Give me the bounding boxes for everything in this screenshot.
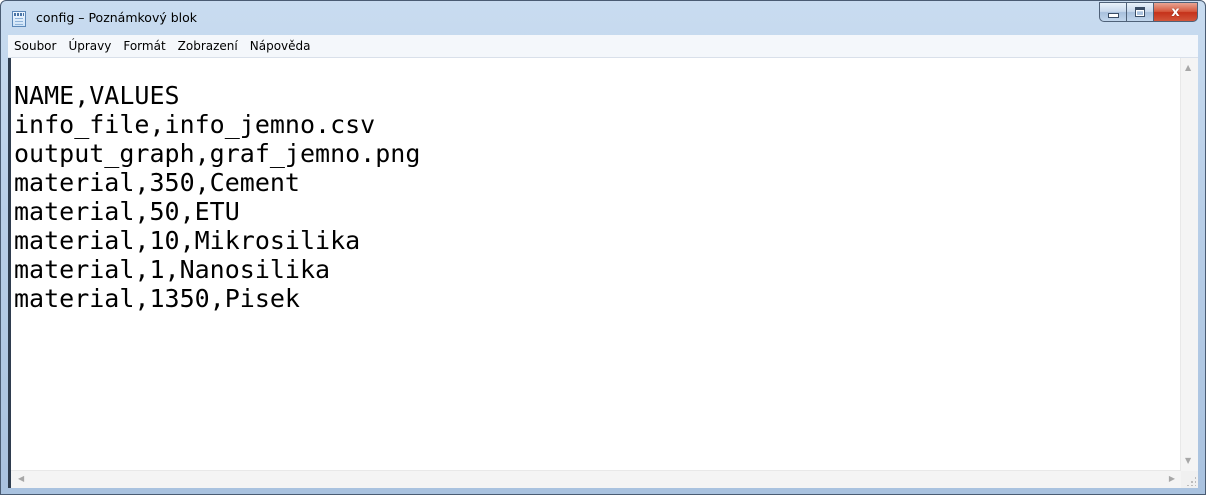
minimize-button[interactable] — [1099, 2, 1126, 22]
menu-bar: Soubor Úpravy Formát Zobrazení Nápověda — [8, 35, 1198, 58]
close-button[interactable]: x — [1153, 2, 1198, 22]
notepad-icon[interactable] — [12, 11, 26, 27]
horizontal-scrollbar[interactable]: ◀ ▶ — [11, 470, 1181, 488]
text-content[interactable]: NAME,VALUES info_file,info_jemno.csv out… — [11, 58, 1181, 471]
text-line: NAME,VALUES — [14, 81, 180, 110]
text-editor[interactable]: NAME,VALUES info_file,info_jemno.csv out… — [8, 58, 1198, 488]
minimize-icon — [1107, 12, 1119, 18]
title-bar[interactable]: config – Poznámkový blok x — [1, 1, 1205, 35]
size-grip[interactable] — [1181, 471, 1198, 488]
scroll-left-icon[interactable]: ◀ — [18, 475, 24, 483]
menu-view[interactable]: Zobrazení — [174, 35, 242, 57]
caption-buttons: x — [1099, 2, 1198, 22]
menu-edit[interactable]: Úpravy — [64, 35, 115, 57]
menu-help[interactable]: Nápověda — [246, 35, 315, 57]
menu-format[interactable]: Formát — [119, 35, 169, 57]
close-icon: x — [1171, 4, 1180, 20]
maximize-button[interactable] — [1126, 2, 1153, 22]
text-line: material,1350,Pisek — [14, 284, 300, 313]
text-line: output_graph,graf_jemno.png — [14, 139, 421, 168]
menu-file[interactable]: Soubor — [10, 35, 60, 57]
scroll-right-icon[interactable]: ▶ — [1169, 475, 1175, 483]
text-line: material,10,Mikrosilika — [14, 226, 361, 255]
text-line: material,1,Nanosilika — [14, 255, 331, 284]
text-line: info_file,info_jemno.csv — [14, 110, 376, 139]
window-title: config – Poznámkový blok — [36, 10, 198, 25]
text-line: material,50,ETU — [14, 197, 240, 226]
vertical-scrollbar[interactable]: ▲ ▼ — [1180, 58, 1198, 471]
scroll-up-icon[interactable]: ▲ — [1185, 64, 1191, 72]
resize-grip-icon — [1186, 476, 1196, 486]
maximize-icon — [1135, 7, 1145, 17]
scroll-down-icon[interactable]: ▼ — [1185, 457, 1191, 465]
text-line: material,350,Cement — [14, 168, 300, 197]
notepad-window: config – Poznámkový blok x Soubor Úpravy… — [0, 0, 1206, 495]
